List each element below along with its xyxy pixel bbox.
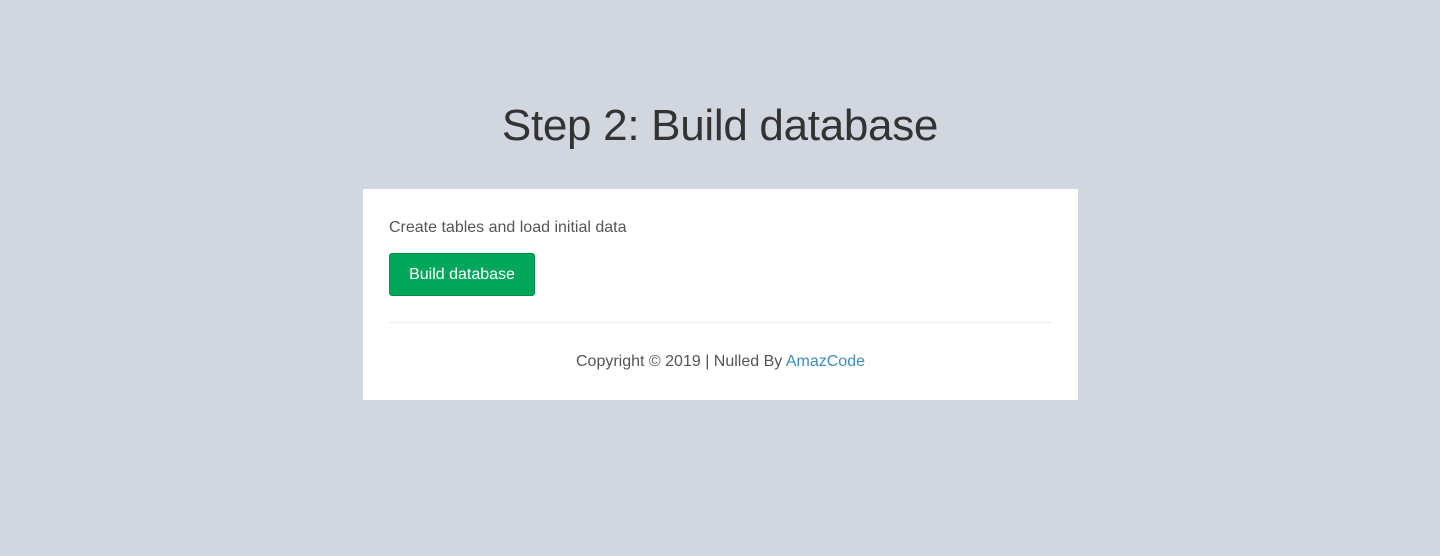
footer-copyright-text: Copyright © 2019 | Nulled By bbox=[576, 353, 786, 370]
footer-link-amazcode[interactable]: AmazCode bbox=[786, 353, 865, 370]
card-divider bbox=[389, 322, 1052, 323]
page-title: Step 2: Build database bbox=[501, 101, 939, 150]
card-description: Create tables and load initial data bbox=[389, 219, 627, 236]
footer-copyright: Copyright © 2019 | Nulled By AmazCode bbox=[363, 350, 1078, 374]
installer-page: Step 2: Build database Create tables and… bbox=[0, 0, 1440, 556]
build-database-button[interactable]: Build database bbox=[389, 253, 535, 296]
